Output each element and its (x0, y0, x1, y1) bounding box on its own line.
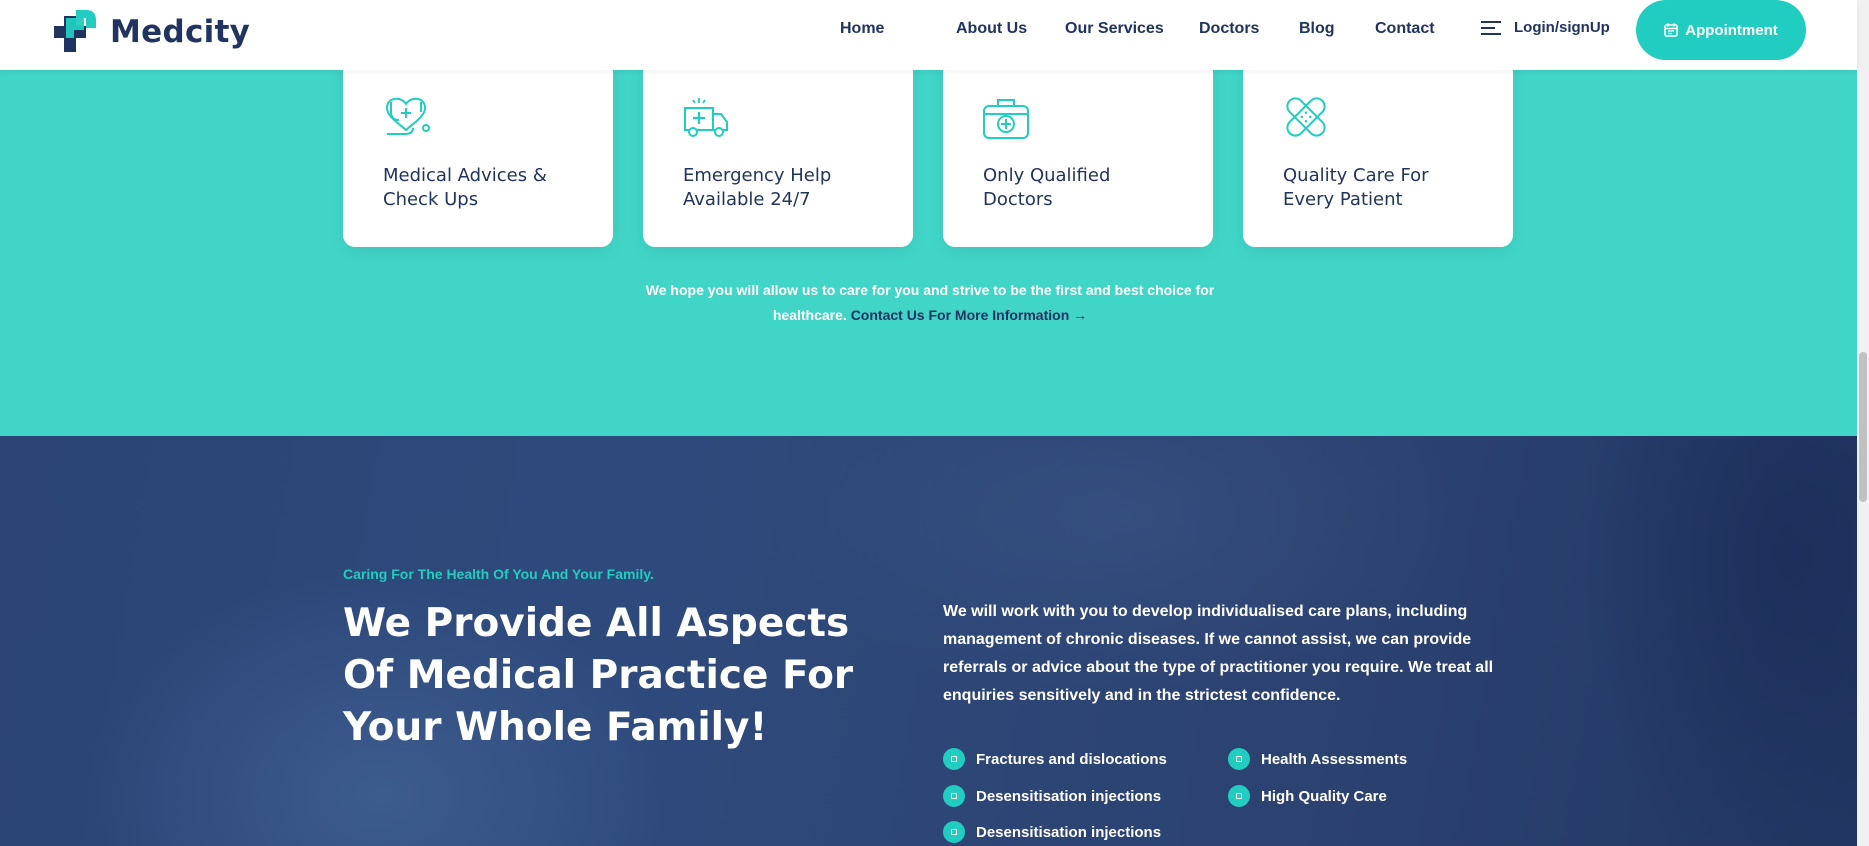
feature-title: Quality Care For Every Patient (1283, 165, 1429, 210)
list-item: Desensitisation injections (943, 785, 1161, 807)
logo-icon (54, 10, 96, 52)
feature-card[interactable]: Medical Advices & Check Ups (343, 40, 613, 247)
feature-title: Only Qualified Doctors (983, 165, 1111, 210)
feature-card[interactable]: Quality Care For Every Patient (1243, 40, 1513, 247)
bullet-icon (1228, 748, 1250, 770)
stethoscope-heart-icon (385, 97, 430, 135)
login-label: Login/signUp (1514, 19, 1610, 36)
section-headline: We Provide All Aspects Of Medical Practi… (343, 601, 854, 750)
bullet-icon (943, 785, 965, 807)
page-scrollbar[interactable] (1857, 0, 1869, 846)
feature-card[interactable]: Emergency Help Available 24/7 (643, 40, 913, 247)
bandage-icon (1286, 97, 1326, 137)
appointment-label: Appointment (1685, 21, 1778, 39)
about-section: Caring For The Health Of You And Your Fa… (0, 436, 1857, 846)
feature-title: Emergency Help Available 24/7 (683, 165, 832, 210)
list-item: Desensitisation injections (943, 821, 1161, 843)
nav-contact[interactable]: Contact (1375, 20, 1435, 38)
first-aid-kit-icon (983, 99, 1029, 139)
teal-note: We hope you will allow us to care for yo… (620, 278, 1240, 328)
bullet-icon (943, 821, 965, 843)
ambulance-icon (684, 98, 728, 137)
brand-name: Medcity (110, 14, 251, 50)
scrollbar-thumb[interactable] (1859, 352, 1867, 502)
logo[interactable]: Medcity (50, 6, 250, 58)
bullet-icon (943, 748, 965, 770)
feature-card[interactable]: Only Qualified Doctors (943, 40, 1213, 247)
list-item: Health Assessments (1228, 748, 1407, 770)
nav-home[interactable]: Home (840, 20, 884, 38)
contact-more-link[interactable]: Contact Us For More Information → (851, 307, 1087, 323)
site-header: Medcity Home About Us Our Services Docto… (0, 0, 1857, 70)
section-eyebrow: Caring For The Health Of You And Your Fa… (343, 566, 654, 582)
feature-title: Medical Advices & Check Ups (383, 165, 547, 210)
nav-about-us[interactable]: About Us (956, 20, 1027, 38)
calendar-icon (1664, 23, 1679, 37)
list-item: High Quality Care (1228, 785, 1387, 807)
nav-our-services[interactable]: Our Services (1065, 20, 1164, 38)
bullet-icon (1228, 785, 1250, 807)
login-signup-link[interactable]: Login/signUp (1480, 19, 1610, 36)
appointment-button[interactable]: Appointment (1636, 0, 1806, 60)
menu-icon (1481, 20, 1501, 35)
list-item: Fractures and dislocations (943, 748, 1167, 770)
section-description: We will work with you to develop individ… (943, 603, 1494, 704)
nav-blog[interactable]: Blog (1299, 20, 1335, 38)
nav-doctors[interactable]: Doctors (1199, 20, 1259, 38)
